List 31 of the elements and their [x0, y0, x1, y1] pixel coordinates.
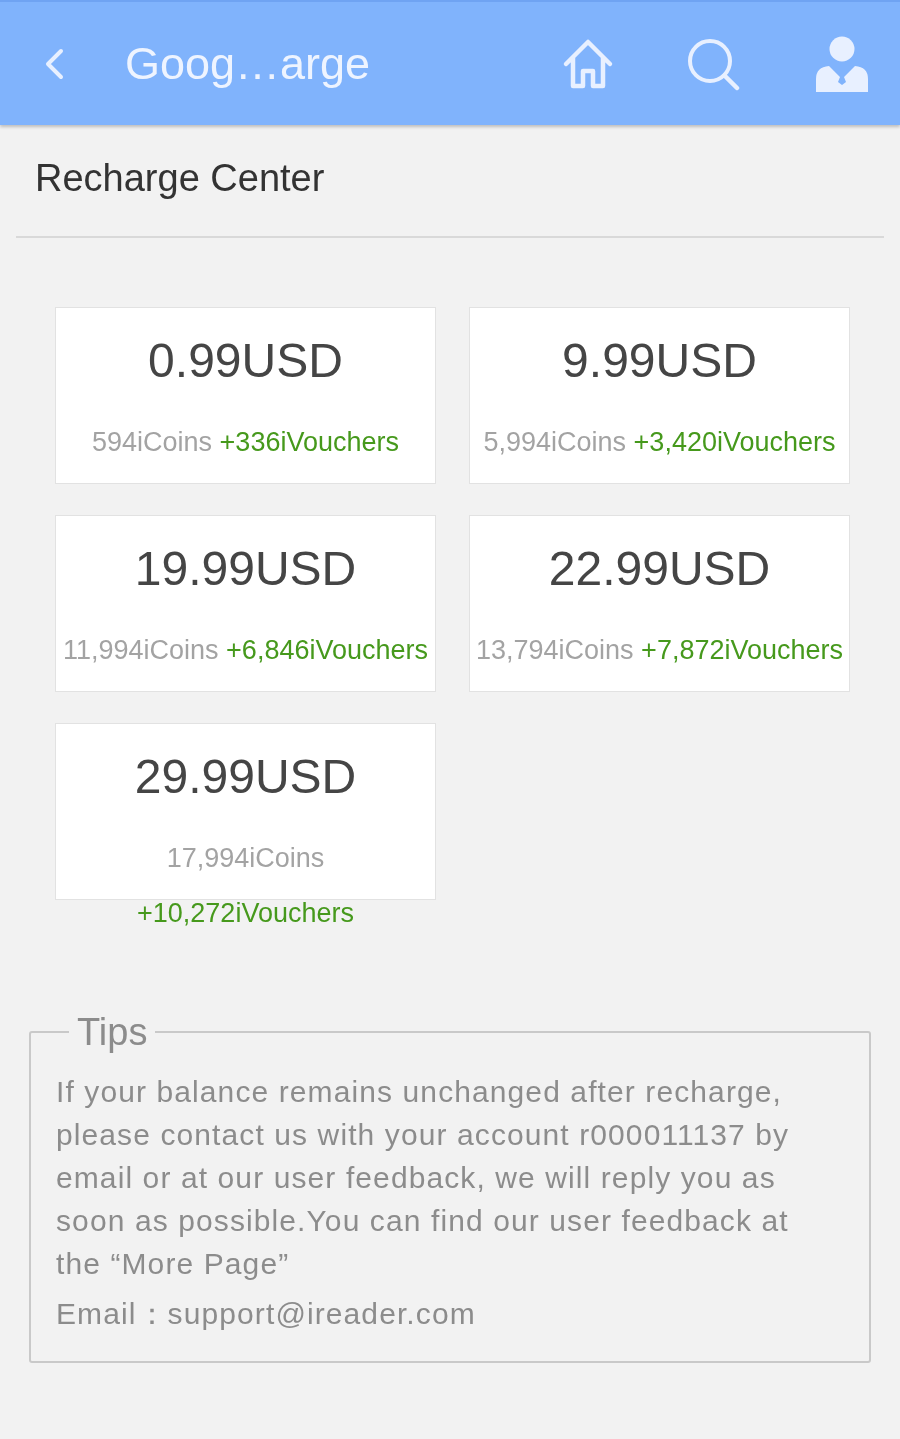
search-icon [686, 36, 740, 91]
home-button[interactable] [562, 37, 614, 90]
tips-title: Tips [76, 1010, 149, 1055]
recharge-option[interactable]: 22.99USD 13,794iCoins +7,872iVouchers [469, 515, 850, 692]
back-icon [43, 47, 65, 80]
vouchers-text: +10,272iVouchers [137, 898, 354, 928]
vouchers-text: +3,420iVouchers [633, 427, 836, 457]
price-text: 22.99USD [548, 541, 771, 597]
price-text: 19.99USD [134, 541, 357, 597]
vouchers-text: +6,846iVouchers [226, 635, 428, 665]
coins-text: 13,794iCoins [475, 635, 634, 665]
recharge-option[interactable]: 0.99USD 594iCoins +336iVouchers [55, 307, 436, 484]
recharge-option[interactable]: 9.99USD 5,994iCoins +3,420iVouchers [469, 307, 850, 484]
profile-button[interactable] [816, 35, 868, 92]
coins-text: 11,994iCoins [62, 635, 219, 665]
vouchers-text: +7,872iVouchers [641, 635, 844, 665]
vouchers-text: +336iVouchers [219, 427, 399, 457]
price-text: 0.99USD [148, 333, 343, 389]
coins-text: 17,994iCoins [166, 843, 325, 873]
user-icon [816, 35, 868, 92]
search-button[interactable] [686, 36, 740, 91]
coins-text: 5,994iCoins [483, 427, 627, 457]
tips-text: If your balance remains unchanged after recharge, please contact us with your account r000011137 by email or at our user feedback, we will reply you as soon as possible.You can find our user feedback at the “More Page” [56, 1074, 791, 1282]
support-email: Email：support@ireader.com [56, 1296, 477, 1332]
price-text: 29.99USD [134, 749, 357, 805]
recharge-option[interactable]: 19.99USD 11,994iCoins +6,846iVouchers [55, 515, 436, 692]
coins-text: 594iCoins [92, 427, 213, 457]
page-heading: Recharge Center [35, 156, 326, 201]
home-icon [562, 37, 614, 90]
app-bar-title: Goog…arge [125, 36, 371, 91]
price-text: 9.99USD [562, 333, 757, 389]
